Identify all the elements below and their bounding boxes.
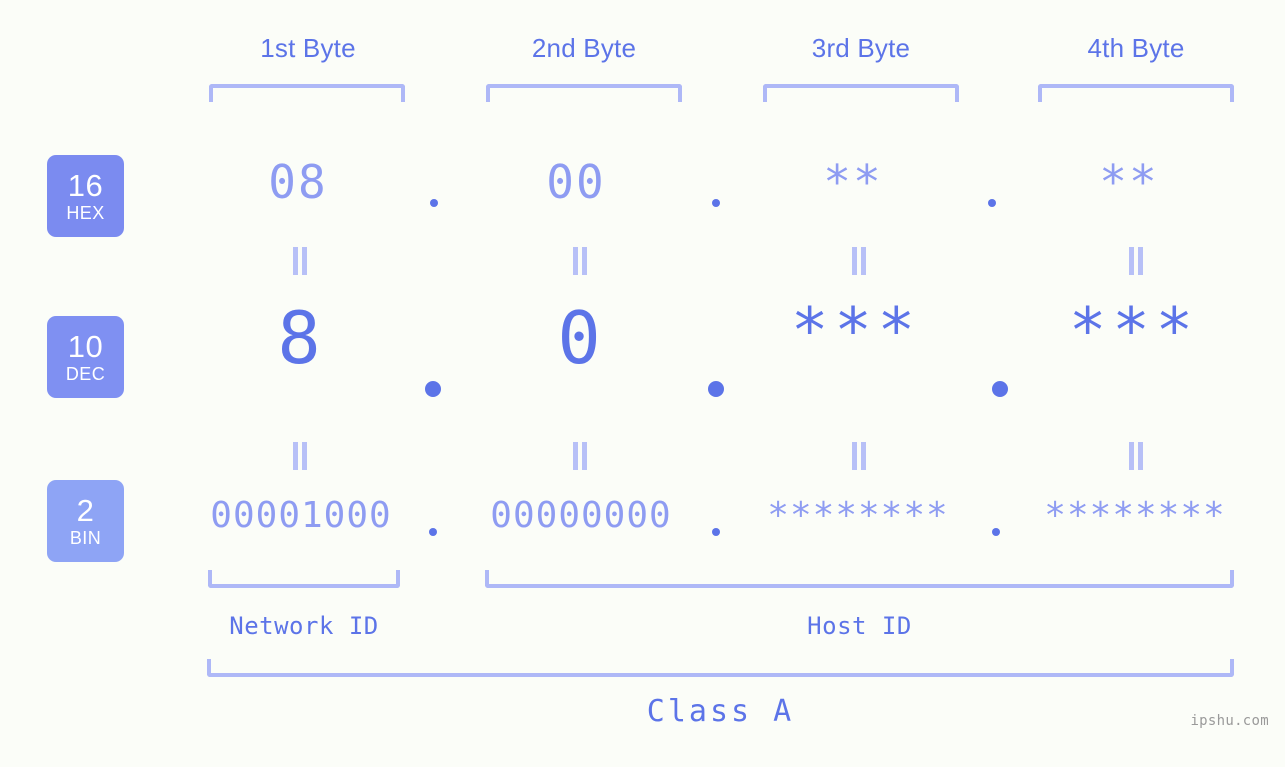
- segment-label-network-id-text: Network ID: [229, 612, 379, 640]
- byte-header-4-label: 4th Byte: [1087, 33, 1185, 63]
- bracket-network-id: [208, 570, 400, 588]
- bin-byte-4-value: ********: [1044, 495, 1226, 536]
- dec-dot-1: [425, 381, 441, 397]
- hex-dot-1: [430, 199, 438, 207]
- dec-byte-1: 8: [202, 302, 398, 374]
- bin-dot-3: [992, 528, 1000, 536]
- dec-byte-2-value: 0: [557, 296, 603, 380]
- bin-dot-2: [712, 528, 720, 536]
- bracket-byte-4: [1038, 84, 1234, 102]
- bracket-byte-2: [486, 84, 682, 102]
- dec-byte-3-value: ***: [791, 294, 921, 367]
- bin-byte-1-value: 00001000: [210, 495, 392, 536]
- byte-header-1-label: 1st Byte: [260, 33, 356, 63]
- byte-header-2: 2nd Byte: [486, 33, 682, 64]
- byte-header-1: 1st Byte: [210, 33, 406, 64]
- segment-label-network-id: Network ID: [208, 612, 400, 640]
- equals-mark-hex-dec-4: [1128, 247, 1144, 275]
- hex-dot-2: [712, 199, 720, 207]
- bin-byte-2-value: 00000000: [490, 495, 672, 536]
- bin-byte-3: ********: [760, 495, 956, 536]
- byte-header-3-label: 3rd Byte: [811, 33, 911, 63]
- segment-label-host-id: Host ID: [485, 612, 1234, 640]
- bin-byte-2: 00000000: [483, 495, 679, 536]
- dec-byte-4: ***: [1036, 300, 1232, 362]
- base-badge-bin-name: BIN: [69, 528, 102, 548]
- dec-byte-4-value: ***: [1069, 294, 1199, 367]
- equals-mark-dec-bin-3: [851, 442, 867, 470]
- watermark: ipshu.com: [1190, 713, 1269, 729]
- bin-dot-1: [429, 528, 437, 536]
- equals-mark-hex-dec-3: [851, 247, 867, 275]
- address-class-label-text: Class A: [646, 694, 795, 729]
- base-badge-hex-name: HEX: [66, 203, 105, 223]
- hex-byte-4-value: **: [1099, 155, 1159, 209]
- byte-header-4: 4th Byte: [1038, 33, 1234, 64]
- bin-byte-4: ********: [1037, 495, 1233, 536]
- base-badge-dec-name: DEC: [65, 364, 106, 384]
- equals-mark-dec-bin-4: [1128, 442, 1144, 470]
- dec-byte-3: ***: [758, 300, 954, 362]
- segment-label-host-id-text: Host ID: [807, 612, 912, 640]
- hex-byte-2: 00: [478, 155, 674, 209]
- bin-byte-3-value: ********: [767, 495, 949, 536]
- hex-byte-1: 08: [200, 155, 396, 209]
- base-badge-bin: 2 BIN: [47, 480, 124, 562]
- byte-header-2-label: 2nd Byte: [531, 33, 637, 63]
- dec-dot-2: [708, 381, 724, 397]
- bracket-byte-3: [763, 84, 959, 102]
- hex-byte-2-value: 00: [546, 155, 606, 209]
- base-badge-hex: 16 HEX: [47, 155, 124, 237]
- equals-mark-dec-bin-2: [572, 442, 588, 470]
- equals-mark-hex-dec-2: [572, 247, 588, 275]
- watermark-text: ipshu.com: [1190, 713, 1269, 729]
- base-badge-bin-number: 2: [76, 493, 95, 528]
- address-class-label: Class A: [207, 694, 1234, 729]
- bracket-byte-1: [209, 84, 405, 102]
- dec-byte-1-value: 8: [277, 296, 323, 380]
- ip-address-diagram: 1st Byte 2nd Byte 3rd Byte 4th Byte 16 H…: [0, 0, 1285, 767]
- equals-mark-dec-bin-1: [292, 442, 308, 470]
- hex-byte-1-value: 08: [268, 155, 328, 209]
- base-badge-dec-number: 10: [67, 329, 104, 364]
- equals-mark-hex-dec-1: [292, 247, 308, 275]
- dec-byte-2: 0: [482, 302, 678, 374]
- bin-byte-1: 00001000: [203, 495, 399, 536]
- base-badge-dec: 10 DEC: [47, 316, 124, 398]
- hex-byte-4: **: [1031, 155, 1227, 209]
- dec-dot-3: [992, 381, 1008, 397]
- bracket-host-id: [485, 570, 1234, 588]
- bracket-address-class: [207, 659, 1234, 677]
- hex-dot-3: [988, 199, 996, 207]
- hex-byte-3-value: **: [823, 155, 883, 209]
- hex-byte-3: **: [755, 155, 951, 209]
- base-badge-hex-number: 16: [67, 168, 104, 203]
- byte-header-3: 3rd Byte: [763, 33, 959, 64]
